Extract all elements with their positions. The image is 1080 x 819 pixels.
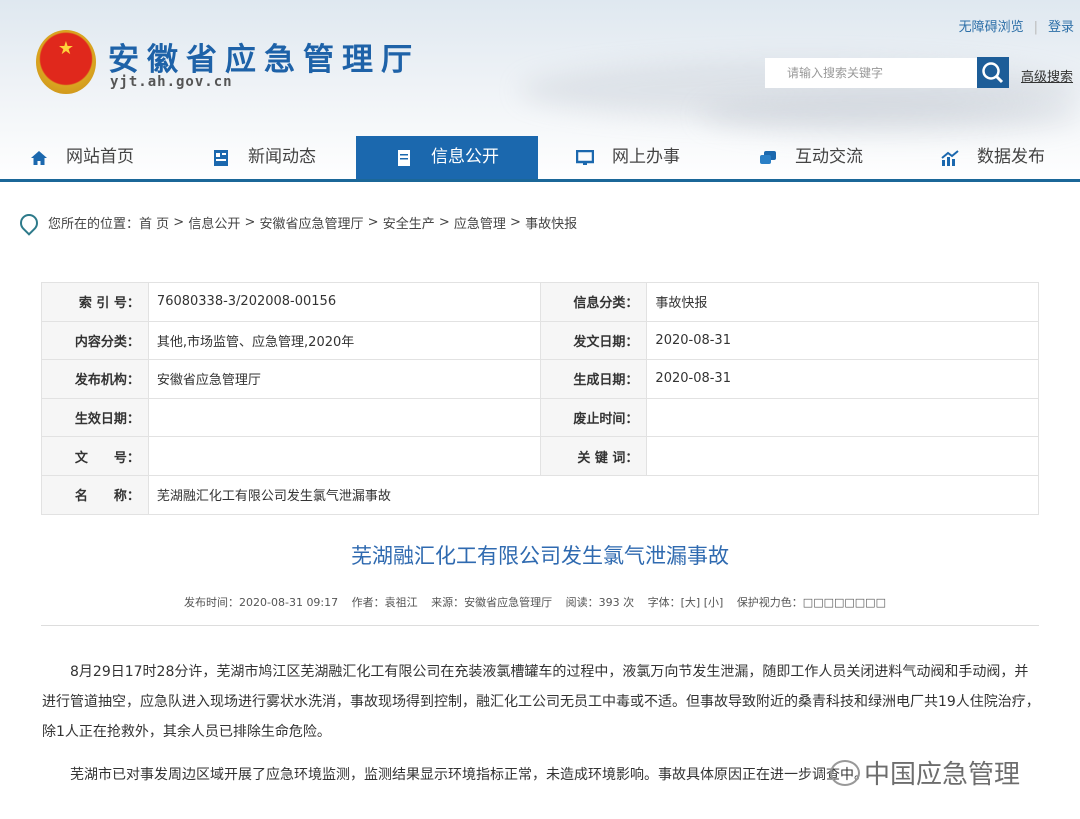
docno-value (147, 436, 541, 476)
table-row: 名 称： 芜湖融汇化工有限公司发生氯气泄漏事故 (41, 474, 1040, 515)
nav-label: 数据发布 (977, 147, 1045, 167)
site-header: ★ 安徽省应急管理厅 yjt.ah.gov.cn 无障碍浏览 | 登录 请输入搜索关… (0, 0, 1080, 182)
national-emblem-logo: ★ (36, 30, 96, 94)
wechat-icon (830, 759, 860, 786)
content-value: 其他,市场监管、应急管理,2020年 (147, 320, 541, 361)
nav-label: 网站首页 (66, 147, 134, 167)
nav-home[interactable]: 网站首页 (30, 136, 134, 179)
breadcrumb-link[interactable]: 应急管理 (454, 213, 506, 232)
effective-label: 生效日期： (41, 397, 149, 438)
document-metadata-table: 索 引 号： 76080338-3/202008-00156 信息分类： 事故快报 内… (41, 282, 1040, 515)
breadcrumb-link[interactable]: 安全生产 (383, 213, 435, 232)
nav-online-services[interactable]: 网上办事 (576, 136, 680, 179)
nav-interaction[interactable]: 互动交流 (759, 136, 863, 179)
category-label: 信息分类： (539, 282, 648, 322)
breadcrumb-link[interactable]: 安徽省应急管理厅 (260, 213, 364, 232)
publisher-label: 发布机构： (41, 359, 149, 399)
category-value: 事故快报 (646, 282, 1039, 322)
keywords-value (646, 436, 1039, 476)
abolish-value (646, 397, 1039, 438)
breadcrumb-link[interactable]: 事故快报 (525, 213, 577, 232)
name-value: 芜湖融汇化工有限公司发生氯气泄漏事故 (147, 474, 1040, 515)
breadcrumb: 您所在的位置： 首 页 > 信息公开 > 安徽省应急管理厅 > 安全生产 > 应… (16, 209, 577, 236)
publisher-value: 安徽省应急管理厅 (147, 359, 541, 399)
read-count: 阅读：393 次 (565, 596, 635, 609)
site-title: 安徽省应急管理厅 (108, 42, 420, 78)
content-label: 内容分类： (41, 320, 149, 361)
chat-icon (760, 150, 776, 164)
nav-label: 信息公开 (431, 147, 499, 167)
divider (41, 625, 1039, 626)
search-button[interactable] (977, 57, 1009, 88)
nav-news[interactable]: 新闻动态 (212, 136, 316, 179)
issue-date-value: 2020-08-31 (646, 320, 1039, 361)
keywords-label: 关 键 词： (539, 436, 648, 476)
advanced-search-link[interactable]: 高级搜索 (1021, 66, 1073, 85)
monitor-icon (576, 149, 594, 165)
wechat-watermark: 中国应急管理 (830, 754, 1020, 791)
abolish-label: 废止时间： (539, 397, 648, 438)
table-row: 发布机构： 安徽省应急管理厅 生成日期： 2020-08-31 (41, 359, 1039, 399)
gen-date-value: 2020-08-31 (646, 359, 1039, 399)
source: 来源：安徽省应急管理厅 (431, 596, 553, 609)
home-icon (31, 150, 47, 165)
nav-info-disclosure[interactable]: 信息公开 (356, 136, 538, 179)
breadcrumb-prefix: 您所在的位置： (48, 217, 140, 232)
gen-date-label: 生成日期： (539, 359, 648, 399)
name-label: 名 称： (41, 474, 149, 515)
login-link[interactable]: 登录 (1048, 20, 1074, 35)
font-size-toggle[interactable]: 字体：[大] [小] (648, 596, 724, 609)
article-info: 发布时间：2020-08-31 09:17 作者：袁祖江 来源：安徽省应急管理厅… (0, 594, 1080, 610)
docno-label: 文 号： (41, 436, 149, 476)
search-icon (982, 62, 1004, 84)
publish-time: 发布时间：2020-08-31 09:17 (184, 596, 339, 609)
article-title: 芜湖融汇化工有限公司发生氯气泄漏事故 (351, 544, 729, 568)
top-links: 无障碍浏览 | 登录 (958, 20, 1074, 35)
search-input[interactable]: 请输入搜索关键字 (765, 58, 977, 88)
index-label: 索 引 号： (41, 282, 149, 322)
chart-icon (941, 149, 959, 166)
effective-value (147, 397, 541, 438)
document-icon (398, 149, 410, 166)
site-domain: yjt.ah.gov.cn (110, 74, 233, 90)
eye-protection-color-picker[interactable]: 保护视力色：□□□□□□□□ (737, 596, 886, 609)
mist-decoration (700, 95, 1080, 135)
table-row: 生效日期： 废止时间： (41, 397, 1039, 438)
location-pin-icon (16, 209, 42, 236)
main-nav: 网站首页 新闻动态 信息公开 网上办事 互动交流 数据发布 (0, 136, 1080, 182)
news-icon (214, 149, 228, 166)
index-value: 76080338-3/202008-00156 (147, 282, 541, 322)
table-row: 索 引 号： 76080338-3/202008-00156 信息分类： 事故快报 (41, 282, 1039, 322)
table-row: 内容分类： 其他,市场监管、应急管理,2020年 发文日期： 2020-08-31 (41, 320, 1039, 361)
breadcrumb-link[interactable]: 首 页 (139, 213, 169, 232)
nav-data-release[interactable]: 数据发布 (941, 136, 1045, 179)
issue-date-label: 发文日期： (539, 320, 648, 361)
breadcrumb-link[interactable]: 信息公开 (188, 213, 240, 232)
watermark-text: 中国应急管理 (864, 760, 1021, 790)
table-row: 文 号： 关 键 词： (41, 436, 1039, 476)
accessibility-link[interactable]: 无障碍浏览 (959, 20, 1024, 35)
nav-label: 互动交流 (795, 147, 863, 167)
nav-label: 新闻动态 (248, 147, 316, 167)
article-paragraph: 8月29日17时28分许，芜湖市鸠江区芜湖融汇化工有限公司在充装液氯槽罐车的过程… (42, 664, 1040, 740)
nav-label: 网上办事 (612, 147, 680, 167)
author: 作者：袁祖江 (351, 596, 418, 609)
